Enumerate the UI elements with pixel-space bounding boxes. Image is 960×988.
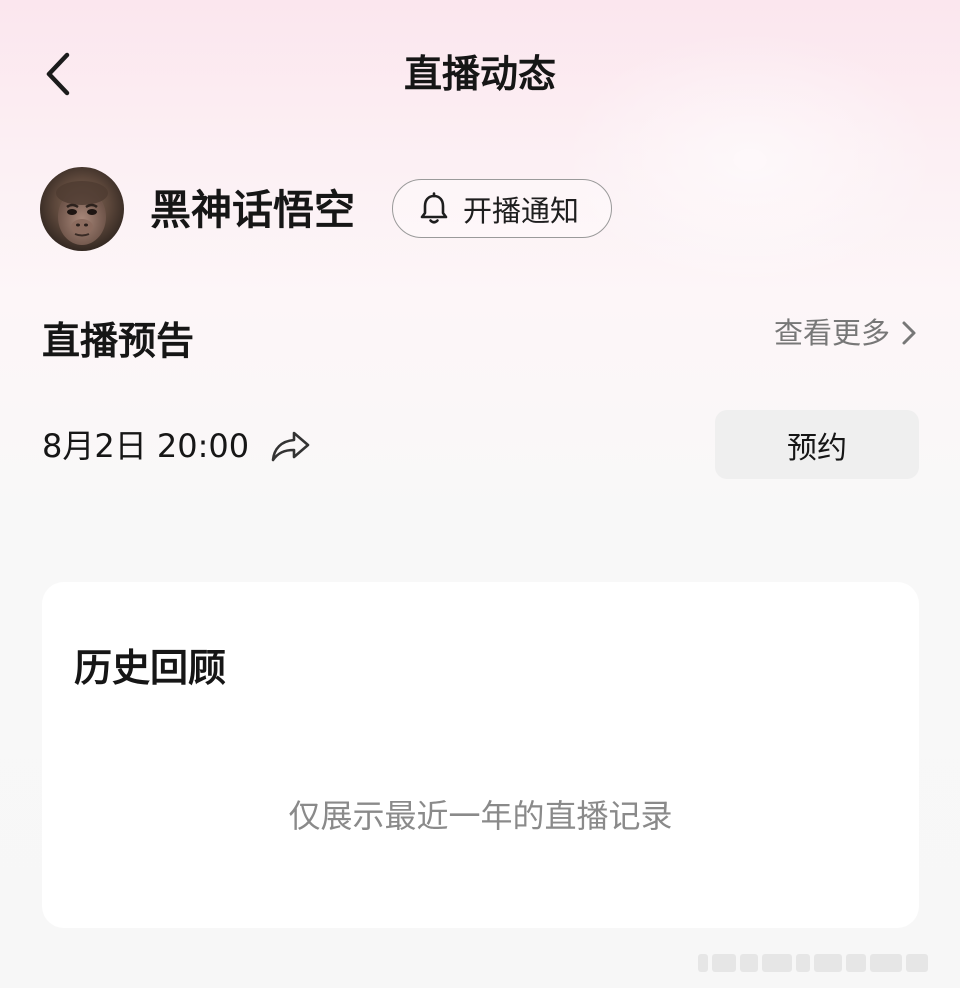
history-card: 历史回顾 仅展示最近一年的直播记录 [42, 582, 919, 928]
chevron-right-icon [902, 321, 916, 345]
see-more-link[interactable]: 查看更多 [774, 312, 918, 354]
history-title: 历史回顾 [74, 646, 227, 690]
reserve-button[interactable]: 预约 [715, 410, 919, 479]
preview-section-title: 直播预告 [42, 319, 195, 363]
live-notification-button[interactable]: 开播通知 [392, 179, 612, 238]
watermark-decoration [698, 950, 948, 976]
page-title: 直播动态 [403, 52, 556, 96]
notify-button-label: 开播通知 [463, 193, 580, 228]
avatar[interactable] [40, 167, 124, 251]
see-more-label: 查看更多 [773, 316, 890, 350]
bell-icon [417, 191, 451, 226]
history-empty-text: 仅展示最近一年的直播记录 [288, 797, 673, 835]
schedule-time: 8月2日 20:00 [42, 427, 250, 465]
streamer-name[interactable]: 黑神话悟空 [150, 182, 355, 238]
share-arrow-icon[interactable] [268, 426, 314, 466]
monkey-king-avatar-image [40, 167, 124, 251]
